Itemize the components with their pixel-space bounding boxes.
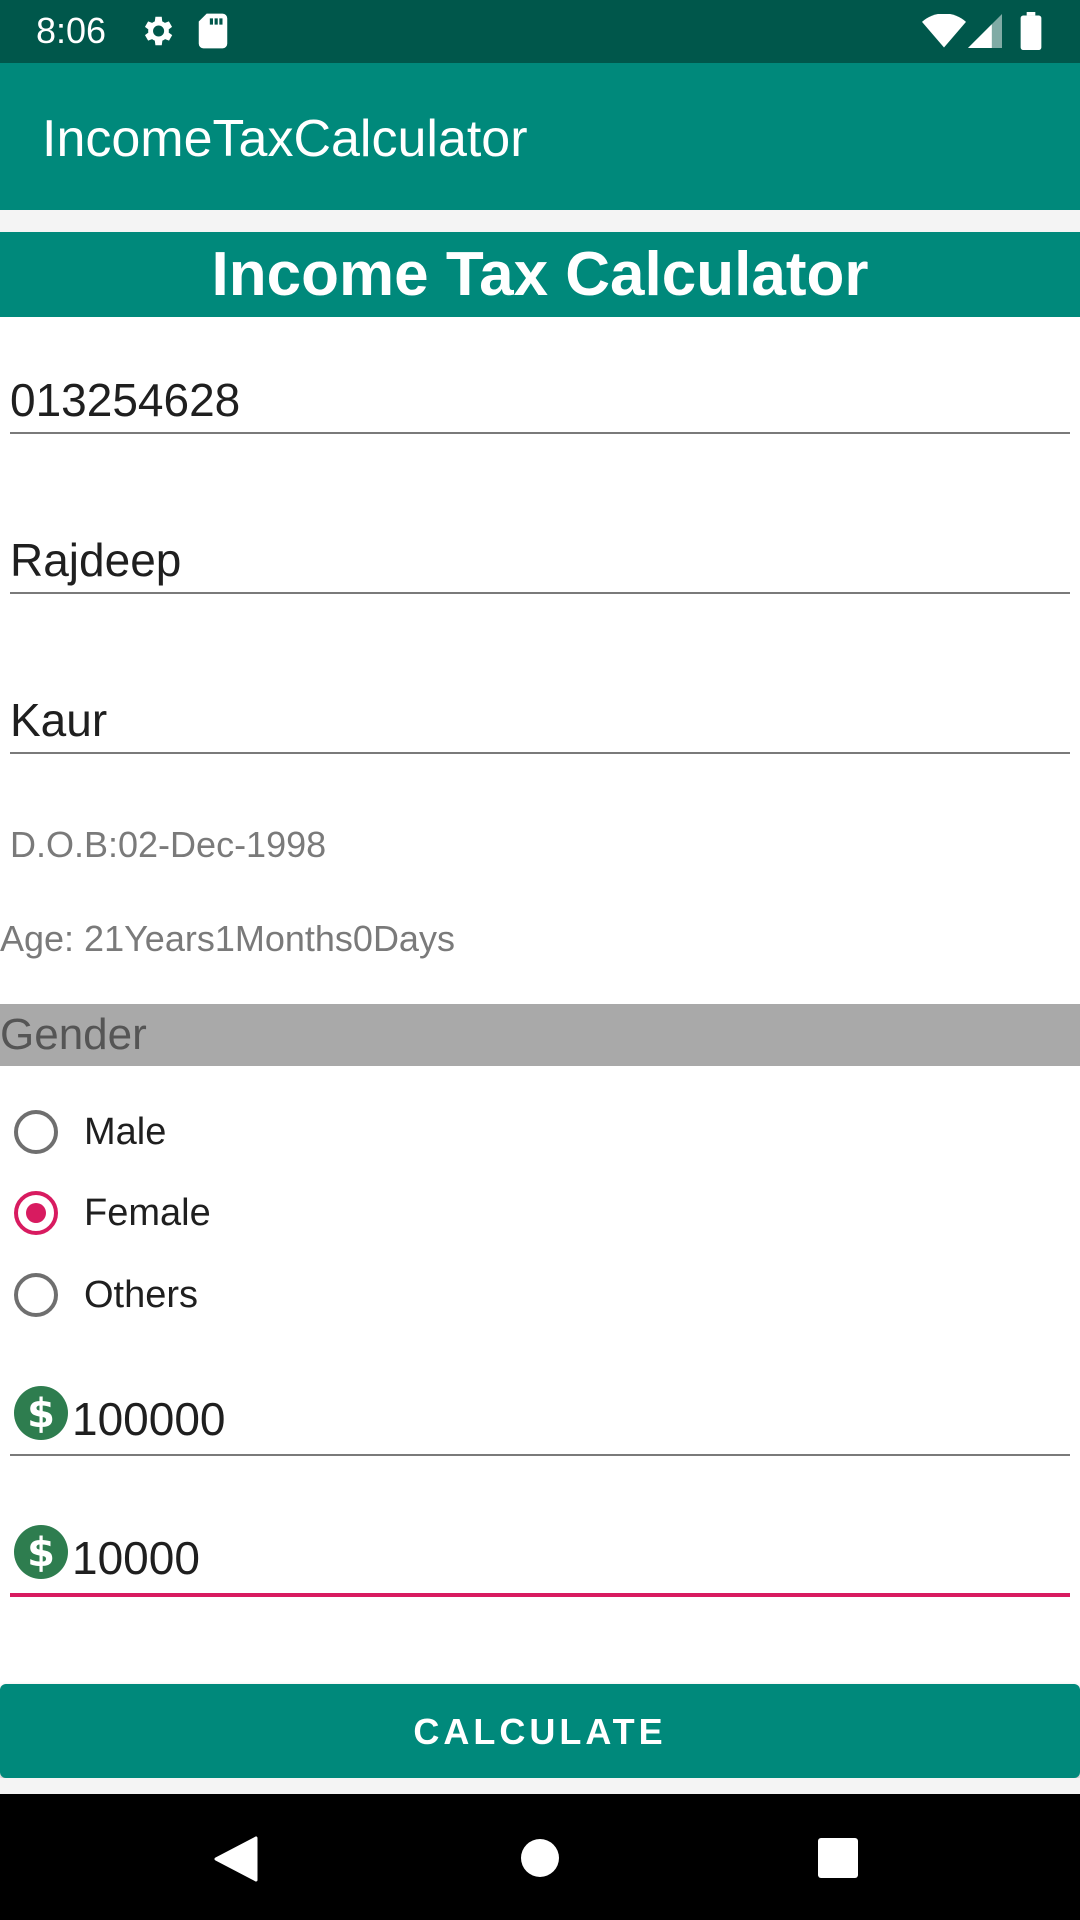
first-name-value: Rajdeep	[10, 533, 182, 586]
rrsp-value: 10000	[72, 1532, 200, 1584]
dollar-icon: $	[14, 1386, 68, 1452]
divider	[0, 1778, 1080, 1794]
signal-icon	[968, 14, 1002, 53]
navigation-bar	[0, 1794, 1080, 1920]
wifi-icon	[922, 13, 966, 53]
last-name-input[interactable]: Kaur	[10, 688, 1070, 754]
dollar-icon: $	[14, 1525, 68, 1591]
status-bar: 8:06	[0, 0, 1080, 63]
gross-income-value: 100000	[72, 1393, 226, 1445]
last-name-value: Kaur	[10, 693, 108, 746]
dob-text[interactable]: D.O.B:02-Dec-1998	[10, 824, 326, 866]
radio-male[interactable]: Male	[14, 1102, 166, 1162]
sin-value: 013254628	[10, 373, 241, 426]
sin-input[interactable]: 013254628	[10, 368, 1070, 434]
page-title: Income Tax Calculator	[0, 232, 1080, 317]
first-name-input[interactable]: Rajdeep	[10, 528, 1070, 594]
status-time: 8:06	[36, 10, 107, 51]
recents-icon[interactable]	[818, 1838, 858, 1883]
radio-male-circle[interactable]	[14, 1110, 58, 1154]
radio-female-label: Female	[84, 1191, 211, 1234]
divider	[0, 210, 1080, 232]
settings-icon	[138, 12, 176, 55]
rrsp-input[interactable]: $ 10000	[10, 1525, 1070, 1597]
gross-income-input[interactable]: $ 100000	[10, 1386, 1070, 1456]
app-bar: IncomeTaxCalculator	[0, 63, 1080, 210]
calculate-button[interactable]: CALCULATE	[0, 1684, 1080, 1778]
svg-text:$: $	[27, 1391, 55, 1437]
radio-others-label: Others	[84, 1273, 199, 1316]
back-icon[interactable]	[214, 1836, 258, 1887]
radio-others-circle[interactable]	[14, 1273, 58, 1317]
radio-female[interactable]: Female	[14, 1183, 211, 1243]
radio-male-label: Male	[84, 1110, 167, 1153]
svg-text:$: $	[27, 1530, 55, 1576]
gender-label: Gender	[0, 1004, 1080, 1066]
radio-others[interactable]: Others	[14, 1265, 198, 1325]
sd-card-icon	[196, 12, 230, 55]
app-title: IncomeTaxCalculator	[42, 110, 528, 168]
age-text: Age: 21Years1Months0Days	[0, 918, 455, 959]
radio-female-circle[interactable]	[14, 1191, 58, 1235]
battery-icon	[1020, 12, 1042, 55]
home-icon[interactable]	[520, 1838, 560, 1883]
